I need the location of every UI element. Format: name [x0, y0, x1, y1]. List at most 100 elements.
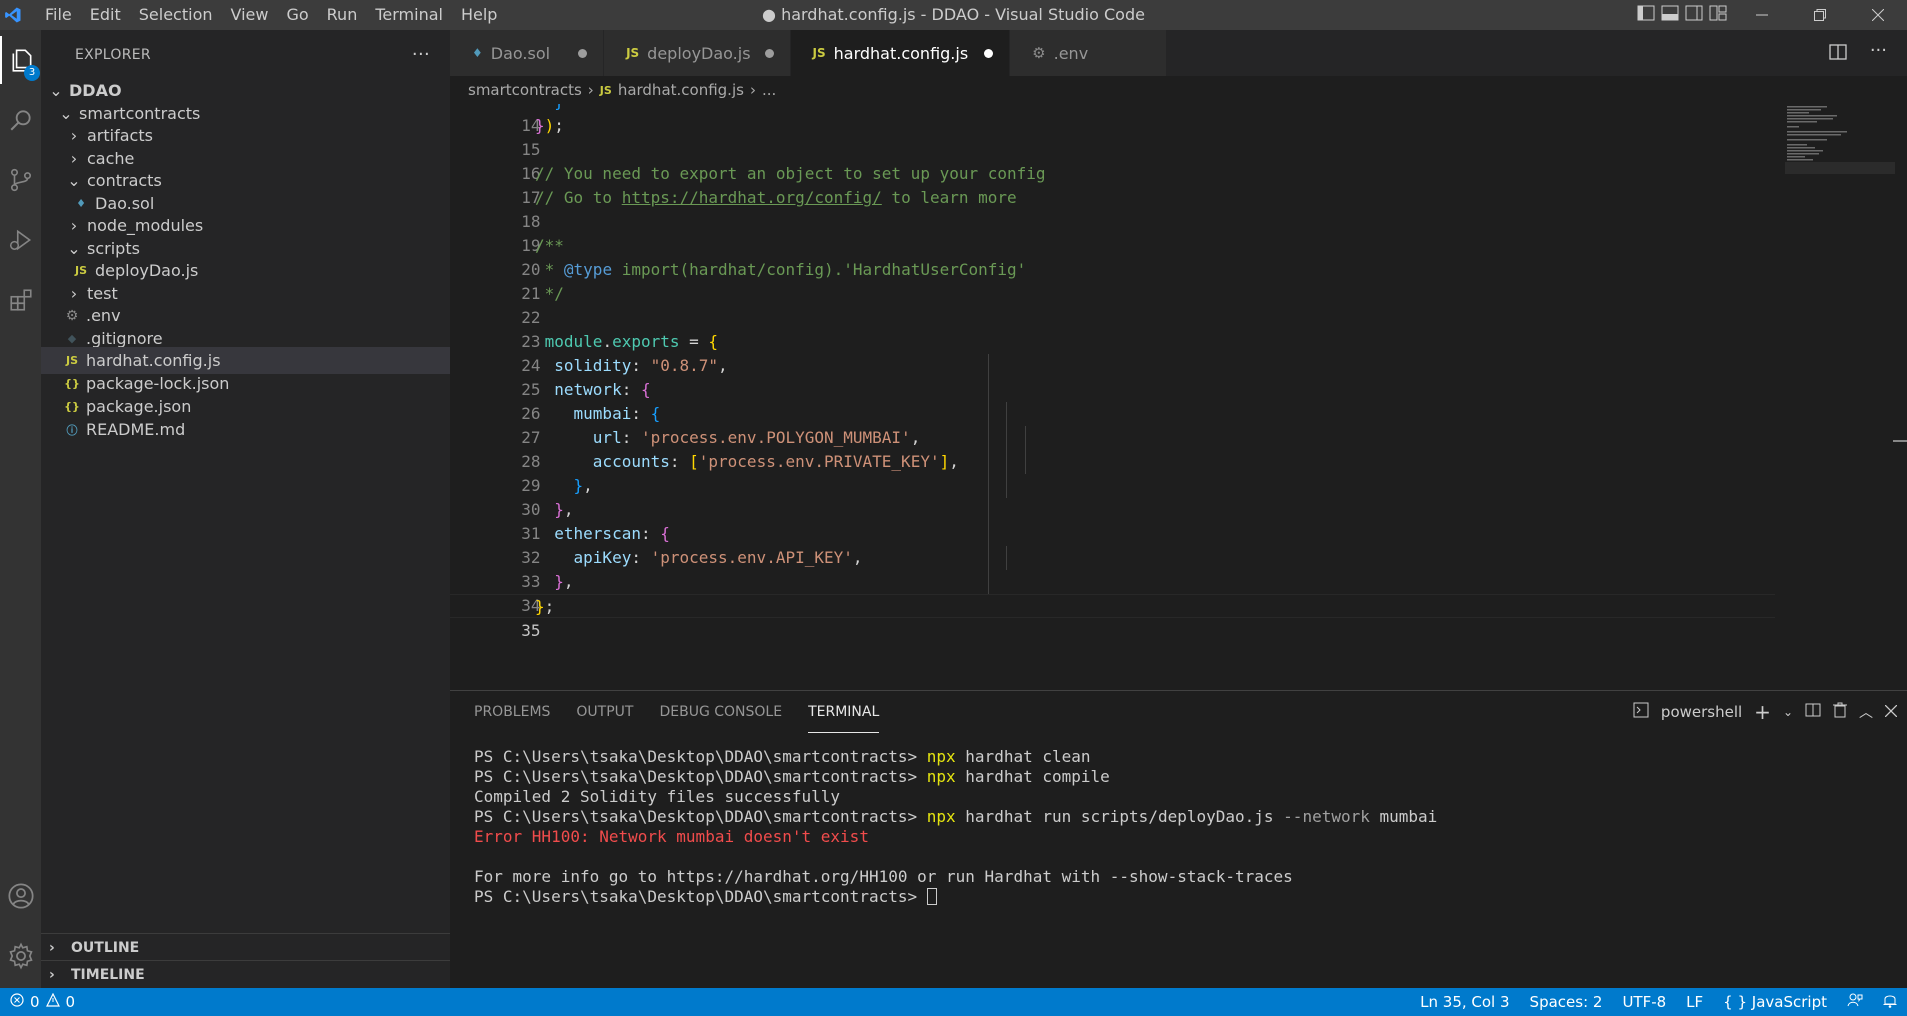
timeline-section[interactable]: › TIMELINE [41, 960, 450, 988]
search-icon[interactable] [0, 96, 41, 144]
menu-view[interactable]: View [222, 0, 278, 30]
breadcrumb-folder[interactable]: smartcontracts [468, 81, 582, 99]
chevron-right-icon: › [587, 81, 594, 99]
code-line: 31 }, [450, 498, 1775, 543]
code-editor[interactable]: 14 } 15 }); 16 17 // You need to export … [450, 104, 1907, 690]
code-line: 18 // Go to https://hardhat.org/config/ … [450, 186, 1775, 231]
terminal-prompt[interactable]: PS C:\Users\tsaka\Desktop\DDAO\smartcont… [474, 887, 937, 907]
restore-button[interactable] [1791, 0, 1849, 30]
close-panel-icon[interactable] [1884, 703, 1898, 721]
split-editor-icon[interactable] [1829, 44, 1847, 64]
breadcrumb-file[interactable]: hardhat.config.js [618, 81, 744, 99]
terminal-line: PS C:\Users\tsaka\Desktop\DDAO\smartcont… [474, 807, 1438, 826]
tree-item-label: scripts [87, 239, 140, 258]
new-terminal-icon[interactable]: + [1754, 700, 1771, 724]
tab-label: deployDao.js [647, 43, 751, 63]
code-line: 26 network: { [450, 378, 1775, 423]
toggle-panel-icon[interactable] [1661, 5, 1679, 25]
close-window-button[interactable] [1849, 0, 1907, 30]
unsaved-dot-icon[interactable] [764, 48, 774, 58]
bottom-panel: PROBLEMS OUTPUT DEBUG CONSOLE TERMINAL p… [450, 690, 1907, 988]
unsaved-dot-icon[interactable] [578, 48, 588, 58]
problems-status[interactable]: 0 0 [0, 992, 75, 1011]
terminal-cursor [926, 888, 937, 905]
encoding[interactable]: UTF-8 [1622, 993, 1666, 1011]
minimap[interactable] [1785, 104, 1895, 174]
more-actions-icon[interactable]: ··· [412, 44, 430, 65]
notifications-bell-icon[interactable] [1883, 992, 1897, 1012]
customize-layout-icon[interactable] [1709, 5, 1727, 25]
chevron-right-icon: › [49, 966, 55, 983]
menu-terminal[interactable]: Terminal [366, 0, 452, 30]
comment-link[interactable]: https://hardhat.org/config/ [622, 188, 882, 207]
editor-tabs: ♦ Dao.sol JS deployDao.js JS hardhat.con… [450, 30, 1907, 76]
terminal-shell-name[interactable]: powershell [1661, 703, 1742, 721]
tab-dao-sol[interactable]: ♦ Dao.sol [450, 30, 605, 76]
tree-item-label: node_modules [87, 216, 204, 235]
explorer-title: EXPLORER [75, 47, 151, 63]
tab-env[interactable]: ⚙ .env [1010, 30, 1168, 76]
accounts-icon[interactable] [0, 872, 41, 920]
source-control-icon[interactable] [0, 156, 41, 204]
code-line: 24 module.exports = { [450, 330, 1775, 375]
chevron-down-icon: ⌄ [59, 104, 73, 123]
vscode-logo-icon [0, 0, 26, 30]
menu-go[interactable]: Go [277, 0, 317, 30]
end-of-line[interactable]: LF [1686, 993, 1703, 1011]
breadcrumb-symbol[interactable]: ... [762, 81, 776, 99]
explorer-icon[interactable]: 3 [0, 36, 41, 84]
json-file-icon: {} [64, 377, 80, 390]
split-terminal-icon[interactable] [1805, 703, 1821, 721]
tree-item-readme-md[interactable]: ⓘ README.md [41, 416, 450, 443]
more-actions-icon[interactable]: ··· [1870, 40, 1887, 61]
menu-selection[interactable]: Selection [130, 0, 222, 30]
tab-label: Dao.sol [490, 43, 551, 63]
extensions-icon[interactable] [0, 276, 41, 324]
unsaved-dot-icon[interactable] [984, 48, 994, 58]
tree-item-label: contracts [87, 171, 162, 190]
tab-output[interactable]: OUTPUT [576, 691, 633, 733]
explorer-header: EXPLORER ··· [41, 30, 450, 80]
feedback-icon[interactable] [1847, 992, 1863, 1012]
tree-item-label: deployDao.js [95, 261, 199, 280]
tab-problems[interactable]: PROBLEMS [474, 691, 550, 733]
chevron-right-icon: › [70, 149, 78, 168]
explorer-sidebar: EXPLORER ··· ⌄ DDAO ⌄ smartcontracts › a… [41, 30, 450, 988]
indent-guide [1025, 426, 1026, 474]
tab-terminal[interactable]: TERMINAL [808, 691, 880, 733]
cursor-position[interactable]: Ln 35, Col 3 [1420, 993, 1509, 1011]
maximize-panel-chevron-up-icon[interactable]: ︿ [1859, 702, 1873, 722]
manage-gear-icon[interactable] [0, 932, 41, 980]
braces-icon: { } [1723, 993, 1752, 1011]
language-mode[interactable]: { } JavaScript [1723, 993, 1827, 1011]
tab-debug-console[interactable]: DEBUG CONSOLE [659, 691, 782, 733]
tab-deploydao-js[interactable]: JS deployDao.js [604, 30, 791, 76]
toggle-secondary-sidebar-icon[interactable] [1685, 5, 1703, 25]
warning-icon [45, 992, 60, 1011]
chevron-right-icon: › [70, 284, 78, 303]
comment: // You need to export an object to set u… [535, 164, 1046, 183]
panel-controls: powershell + ⌄ ︿ [1633, 700, 1898, 724]
javascript-file-icon: JS [599, 83, 612, 97]
menu-edit[interactable]: Edit [81, 0, 130, 30]
menu-run[interactable]: Run [318, 0, 367, 30]
code-line: 20 /** [450, 234, 1775, 279]
code-line: 23 [450, 306, 1775, 351]
code-line: 25 solidity: "0.8.7", [450, 354, 1775, 399]
status-bar: 0 0 Ln 35, Col 3 Spaces: 2 UTF-8 LF { } … [0, 988, 1907, 1016]
indentation-setting[interactable]: Spaces: 2 [1530, 993, 1603, 1011]
scrollbar-thumb[interactable] [1893, 440, 1907, 442]
chevron-right-icon: › [49, 939, 55, 956]
tree-item-label: README.md [86, 420, 186, 439]
tab-hardhat-config-js[interactable]: JS hardhat.config.js [790, 30, 1011, 76]
chevron-down-icon[interactable]: ⌄ [1783, 705, 1793, 719]
kill-terminal-trash-icon[interactable] [1833, 702, 1847, 722]
toggle-primary-sidebar-icon[interactable] [1637, 5, 1655, 25]
menu-file[interactable]: File [36, 0, 81, 30]
chevron-down-icon: ⌄ [67, 171, 81, 190]
menu-help[interactable]: Help [452, 0, 506, 30]
outline-section[interactable]: › OUTLINE [41, 933, 450, 961]
minimize-button[interactable] [1733, 0, 1791, 30]
run-debug-icon[interactable] [0, 216, 41, 264]
indent-guide [1006, 402, 1007, 498]
